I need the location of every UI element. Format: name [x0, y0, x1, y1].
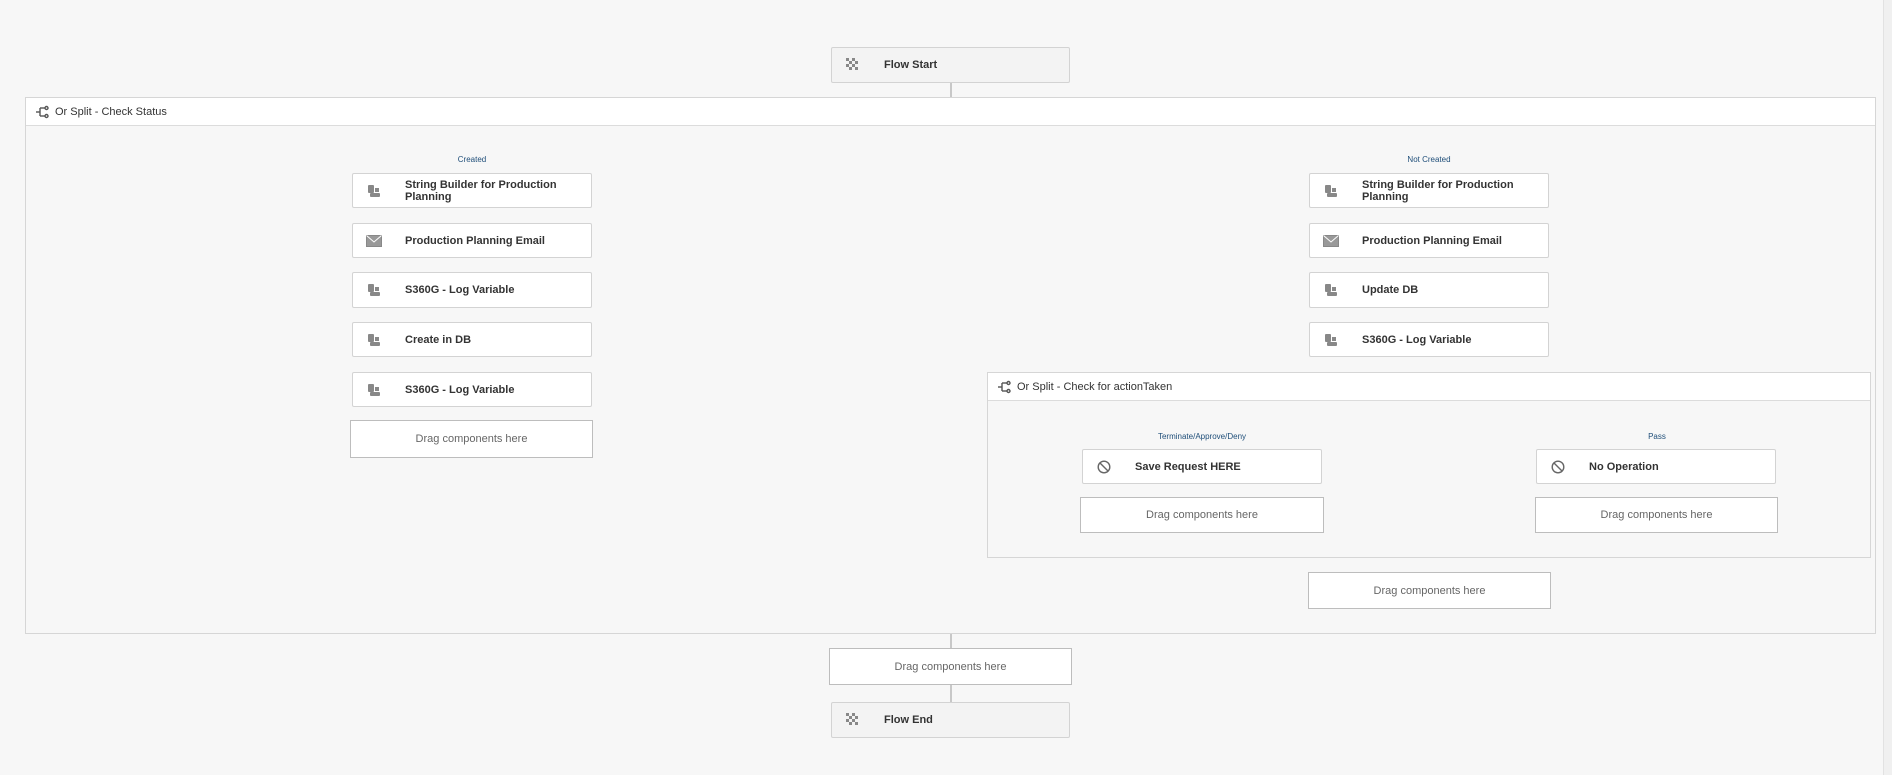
step-label: S360G - Log Variable — [405, 383, 515, 396]
step-label: Production Planning Email — [1362, 234, 1502, 247]
checkered-flag-icon — [845, 712, 861, 728]
service-icon — [366, 282, 382, 298]
step-save-request[interactable]: Save Request HERE — [1082, 449, 1322, 484]
branch-label-pass[interactable]: Pass — [1587, 432, 1727, 441]
inner-split-title: Or Split - Check for actionTaken — [1017, 380, 1173, 393]
envelope-icon — [366, 233, 382, 249]
vertical-scrollbar[interactable] — [1883, 0, 1892, 775]
service-icon — [1323, 282, 1339, 298]
checkered-flag-icon — [845, 57, 861, 73]
step-create-in-db[interactable]: Create in DB — [352, 322, 592, 357]
branch-label-terminate-approve-deny[interactable]: Terminate/Approve/Deny — [1132, 432, 1272, 441]
step-label: Save Request HERE — [1135, 460, 1241, 473]
no-symbol-icon — [1096, 459, 1112, 475]
service-icon — [366, 183, 382, 199]
or-split-title: Or Split - Check Status — [55, 105, 167, 118]
step-string-builder-left[interactable]: String Builder for Production Planning — [352, 173, 592, 208]
split-icon — [997, 380, 1011, 394]
step-log-variable-right[interactable]: S360G - Log Variable — [1309, 322, 1549, 357]
flow-start-node[interactable]: Flow Start — [831, 47, 1070, 83]
step-label: String Builder for Production Planning — [1362, 178, 1514, 203]
step-label: Update DB — [1362, 284, 1419, 296]
step-log-variable-left-1[interactable]: S360G - Log Variable — [352, 272, 592, 308]
drop-zone-inner-left[interactable]: Drag components here — [1080, 497, 1324, 533]
step-label: No Operation — [1589, 460, 1659, 473]
drop-zone-main[interactable]: Drag components here — [829, 648, 1072, 685]
branch-label-not-created[interactable]: Not Created — [1359, 155, 1499, 164]
step-production-planning-email-left[interactable]: Production Planning Email — [352, 223, 592, 258]
flow-canvas[interactable]: Flow Start Or Split - Check Status Creat… — [0, 0, 1892, 775]
branch-label-created[interactable]: Created — [402, 155, 542, 164]
step-label: String Builder for Production Planning — [405, 178, 557, 203]
step-log-variable-left-2[interactable]: S360G - Log Variable — [352, 372, 592, 407]
envelope-icon — [1323, 233, 1339, 249]
step-label: S360G - Log Variable — [405, 284, 515, 296]
flow-end-label: Flow End — [884, 714, 933, 726]
step-label: S360G - Log Variable — [1362, 333, 1472, 346]
step-no-operation[interactable]: No Operation — [1536, 449, 1776, 484]
drop-zone-inner-right[interactable]: Drag components here — [1535, 497, 1778, 533]
drop-zone-left[interactable]: Drag components here — [350, 420, 593, 458]
flow-end-node[interactable]: Flow End — [831, 702, 1070, 738]
split-icon — [35, 105, 49, 119]
inner-split-header[interactable]: Or Split - Check for actionTaken — [988, 373, 1870, 401]
step-label: Create in DB — [405, 333, 472, 346]
service-icon — [1323, 183, 1339, 199]
step-update-db[interactable]: Update DB — [1309, 272, 1549, 308]
flow-start-label: Flow Start — [884, 59, 938, 71]
drop-zone-right-branch[interactable]: Drag components here — [1308, 572, 1551, 609]
service-icon — [366, 332, 382, 348]
step-label: Production Planning Email — [405, 234, 545, 247]
step-string-builder-right[interactable]: String Builder for Production Planning — [1309, 173, 1549, 208]
no-symbol-icon — [1550, 459, 1566, 475]
step-production-planning-email-right[interactable]: Production Planning Email — [1309, 223, 1549, 258]
or-split-header[interactable]: Or Split - Check Status — [26, 98, 1875, 126]
service-icon — [1323, 332, 1339, 348]
service-icon — [366, 382, 382, 398]
